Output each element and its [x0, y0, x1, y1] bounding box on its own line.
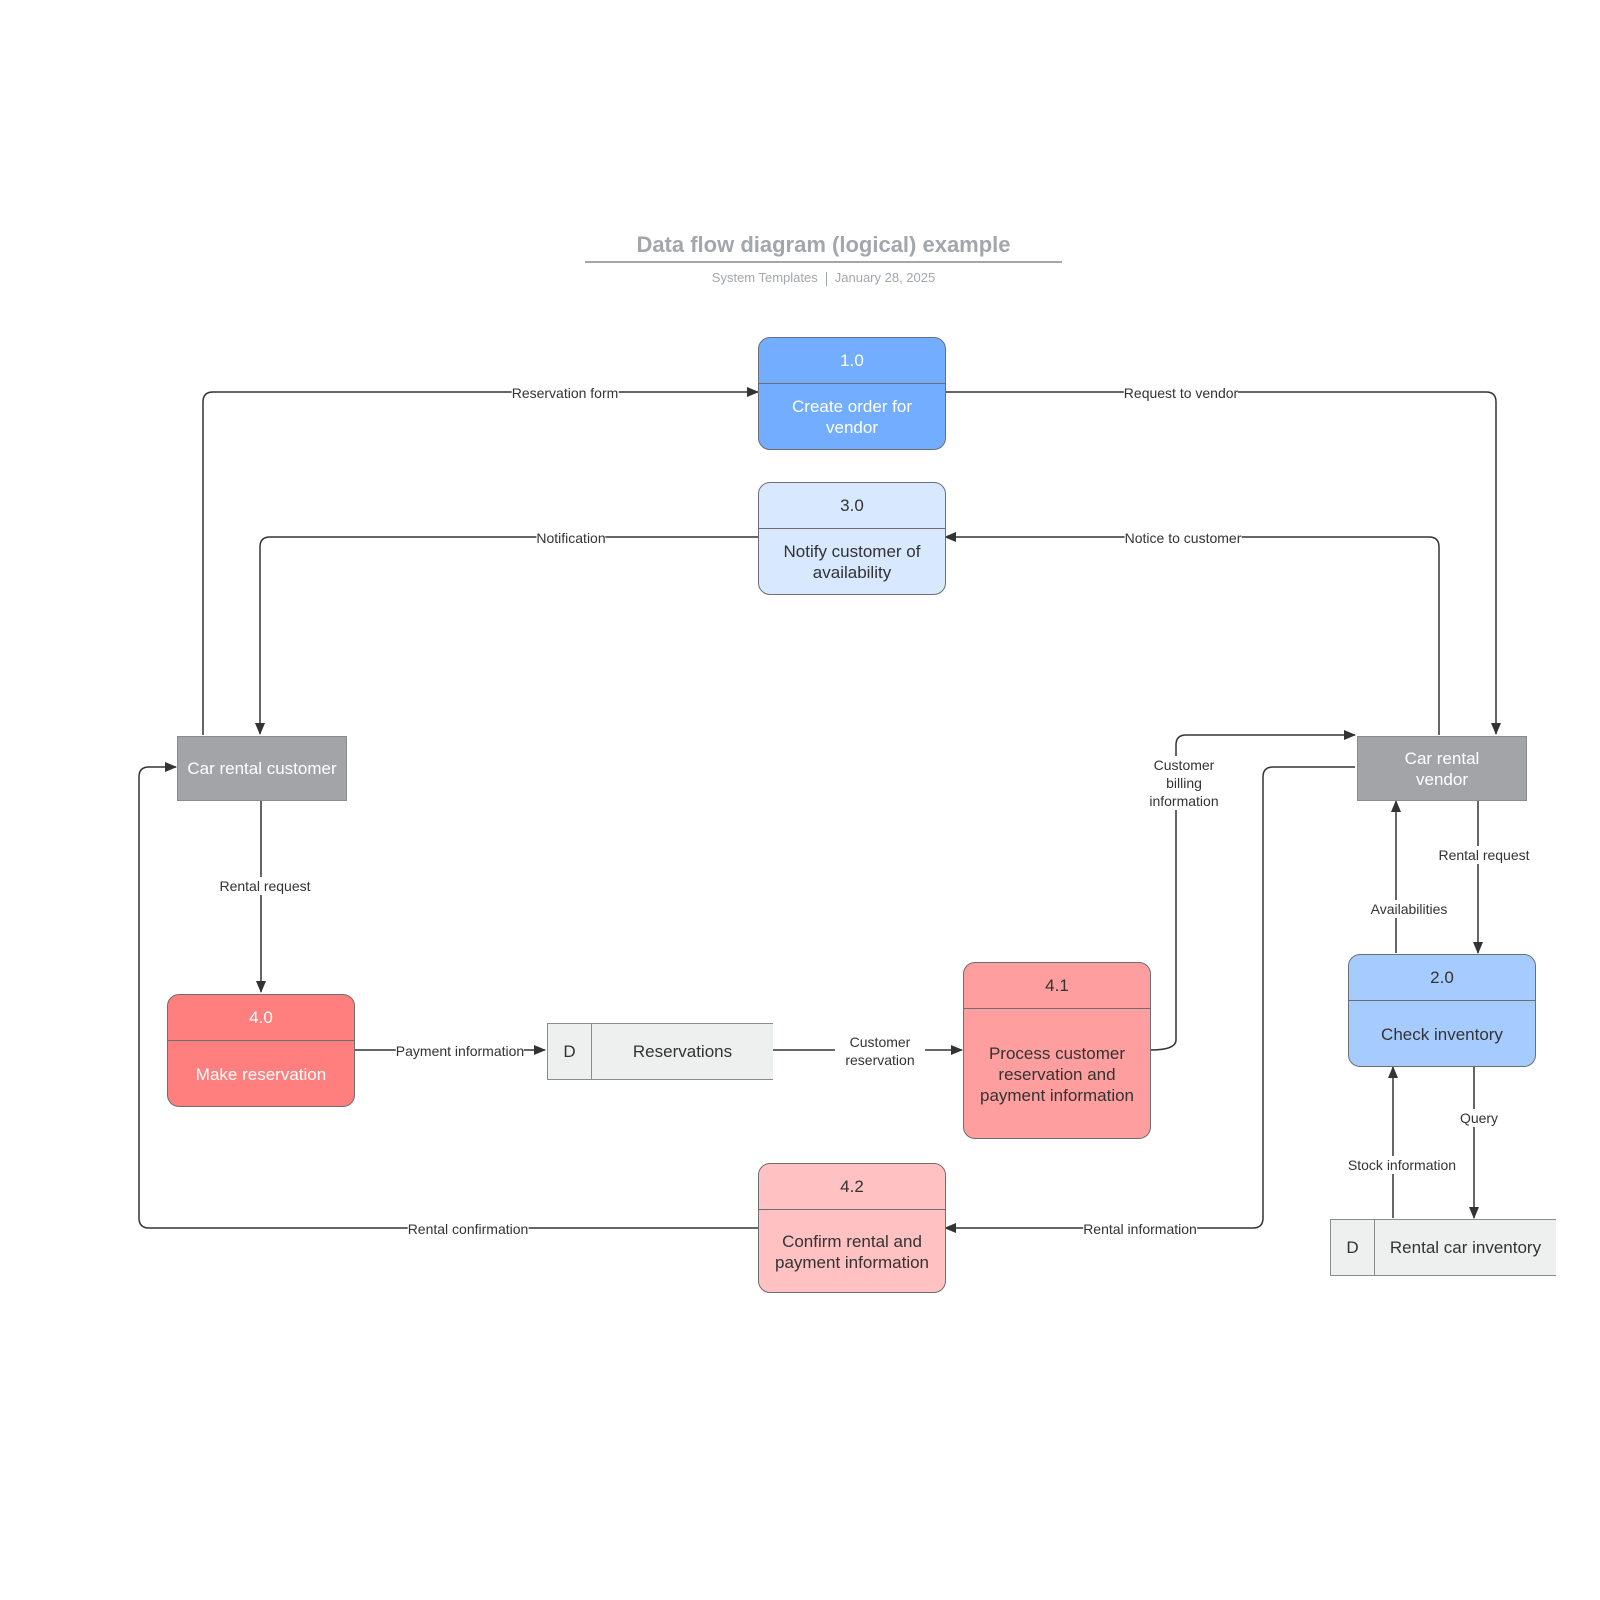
process-2-0[interactable]: 2.0 Check inventory — [1348, 954, 1536, 1067]
flow-label-rental-request-customer: Rental request — [219, 877, 311, 895]
process-label: Make reservation — [195, 1064, 327, 1084]
process-label: Process customer reservation and payment… — [979, 1043, 1135, 1105]
flow-label-rental-information: Rental information — [1083, 1220, 1197, 1238]
flow-label-customer-billing-information: Customer billing information — [1134, 756, 1234, 810]
store-label: Reservations — [632, 1041, 733, 1061]
process-id: 1.0 — [759, 338, 945, 384]
process-id: 3.0 — [759, 483, 945, 529]
flow-label-availabilities: Availabilities — [1370, 900, 1448, 918]
flow-label-payment-information: Payment information — [395, 1042, 525, 1060]
process-id: 2.0 — [1349, 955, 1535, 1001]
store-label: Rental car inventory — [1389, 1237, 1542, 1257]
process-4-0[interactable]: 4.0 Make reservation — [167, 994, 355, 1107]
author: System Templates — [711, 270, 818, 285]
flow-label-customer-reservation: Customer reservation — [835, 1033, 925, 1069]
store-rental-car-inventory[interactable]: D Rental car inventory — [1330, 1219, 1556, 1276]
process-4-2[interactable]: 4.2 Confirm rental and payment informati… — [758, 1163, 946, 1293]
date: January 28, 2025 — [834, 270, 936, 285]
flow-request-to-vendor — [945, 391, 1501, 735]
subtitle-separator — [825, 271, 827, 286]
store-id: D — [1331, 1220, 1375, 1275]
process-label: Create order for vendor — [792, 397, 912, 437]
process-id: 4.1 — [964, 963, 1150, 1009]
process-label: Notify customer of availability — [783, 542, 921, 582]
process-id: 4.2 — [759, 1164, 945, 1210]
process-4-1[interactable]: 4.1 Process customer reservation and pay… — [963, 962, 1151, 1139]
flow-label-rental-request-vendor: Rental request — [1438, 846, 1530, 864]
flow-notification — [255, 536, 758, 735]
process-id: 4.0 — [168, 995, 354, 1041]
flow-label-notice-to-customer: Notice to customer — [1124, 529, 1242, 547]
store-reservations[interactable]: D Reservations — [547, 1023, 773, 1080]
flow-label-reservation-form: Reservation form — [511, 384, 619, 402]
flow-notice-to-customer — [944, 532, 1440, 735]
store-id: D — [548, 1024, 592, 1079]
process-label: Confirm rental and payment information — [774, 1231, 930, 1272]
flow-reservation-form — [202, 387, 759, 735]
process-1-0[interactable]: 1.0 Create order for vendor — [758, 337, 946, 450]
diagram-title: Data flow diagram (logical) example — [636, 232, 1011, 257]
diagram-subtitle: System Templates January 28, 2025 — [585, 270, 1062, 286]
flow-label-rental-confirmation: Rental confirmation — [407, 1220, 529, 1238]
flow-label-stock-information: Stock information — [1347, 1156, 1457, 1174]
entity-car-rental-vendor[interactable]: Car rental vendor — [1357, 736, 1527, 801]
flow-label-notification: Notification — [536, 529, 606, 547]
entity-car-rental-customer[interactable]: Car rental customer — [177, 736, 347, 801]
process-3-0[interactable]: 3.0 Notify customer of availability — [758, 482, 946, 595]
flow-label-request-to-vendor: Request to vendor — [1123, 384, 1239, 402]
flow-label-query: Query — [1459, 1109, 1499, 1127]
title-underline — [585, 261, 1062, 263]
process-label: Check inventory — [1381, 1024, 1503, 1044]
